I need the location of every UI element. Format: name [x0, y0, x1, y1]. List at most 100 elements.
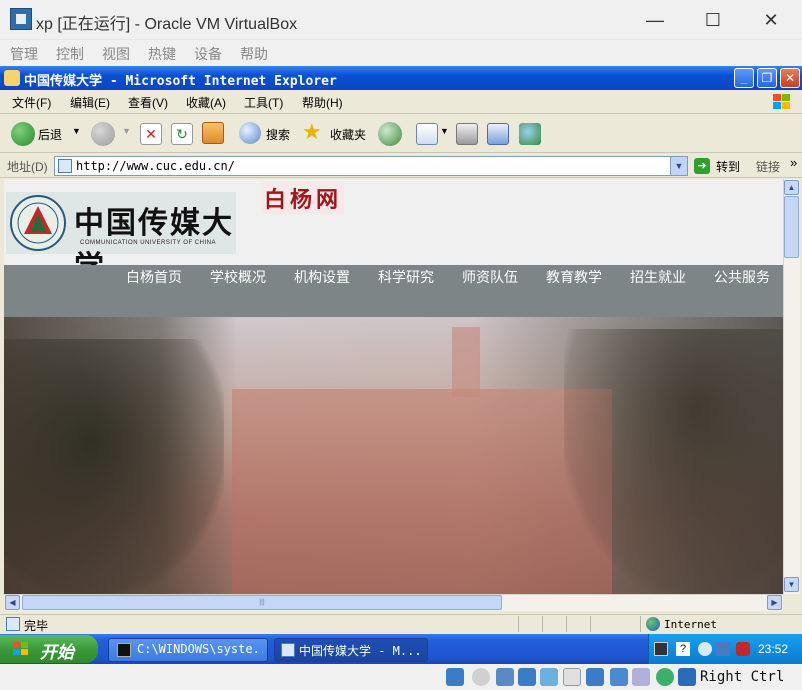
network-icon[interactable] — [716, 642, 730, 656]
links-button[interactable]: 链接 — [756, 158, 780, 175]
back-dropdown-icon[interactable]: ▼ — [72, 126, 81, 136]
audio-icon[interactable] — [496, 668, 514, 686]
vertical-scroll-thumb[interactable] — [784, 196, 799, 258]
virtualbox-icon — [10, 8, 32, 30]
refresh-icon[interactable]: ↻ — [171, 123, 193, 145]
forward-arrow-icon[interactable] — [91, 122, 115, 146]
status-text: 完毕 — [24, 619, 49, 633]
chevron-left-icon[interactable] — [698, 642, 712, 656]
ie-menu-favorites[interactable]: 收藏(A) — [186, 94, 226, 111]
address-input[interactable] — [76, 157, 666, 175]
nav-item-faculty[interactable]: 师资队伍 — [462, 267, 518, 287]
ie-window-title: 中国传媒大学 - Microsoft Internet Explorer — [24, 74, 337, 89]
cmd-icon — [117, 643, 131, 657]
hero-tree-left — [4, 339, 224, 594]
history-icon[interactable] — [378, 122, 402, 146]
hero-tree-right — [564, 329, 783, 594]
nav-item-admissions[interactable]: 招生就业 — [630, 267, 686, 287]
baiyang-logo[interactable]: 白杨网 — [262, 182, 345, 214]
status-divider — [590, 616, 591, 632]
ie-menu-tools[interactable]: 工具(T) — [244, 94, 283, 111]
go-button[interactable]: 转到 — [716, 158, 740, 175]
recording-icon[interactable] — [610, 668, 628, 686]
usb-icon[interactable] — [540, 668, 558, 686]
windows-flag-icon — [13, 642, 28, 655]
ie-minimize-icon[interactable]: _ — [734, 68, 754, 88]
chevron-right-icon[interactable]: » — [790, 155, 797, 170]
back-arrow-icon[interactable] — [11, 122, 35, 146]
vbox-menu-view[interactable]: 视图 — [102, 44, 130, 64]
favorites-star-icon[interactable]: ★ — [302, 120, 322, 144]
ie-page-icon — [281, 643, 295, 657]
cuc-logo[interactable]: 中国传媒大学 COMMUNICATION UNIVERSITY OF CHINA — [6, 192, 236, 285]
taskbar-item-label: 中国传媒大学 - M... — [299, 644, 422, 658]
shared-folder-icon[interactable] — [563, 668, 581, 686]
hard-disk-icon[interactable] — [446, 668, 464, 686]
ie-menu-edit[interactable]: 编辑(E) — [70, 94, 110, 111]
horizontal-scroll-thumb[interactable]: ||| — [22, 595, 502, 610]
hero-building-tower — [452, 327, 480, 397]
forward-dropdown-icon[interactable]: ▼ — [122, 126, 131, 136]
vbox-menu-help[interactable]: 帮助 — [240, 44, 268, 64]
security-shield-icon[interactable] — [736, 642, 750, 656]
windows-flag-icon — [773, 94, 790, 109]
taskbar-clock: 23:52 — [758, 642, 789, 656]
mail-dropdown-icon[interactable]: ▼ — [440, 126, 449, 136]
internet-zone-icon — [646, 617, 660, 631]
nav-item-departments[interactable]: 机构设置 — [294, 267, 350, 287]
optical-drive-icon[interactable] — [472, 668, 490, 686]
back-button-label[interactable]: 后退 — [38, 126, 62, 143]
address-label: 地址(D) — [7, 160, 48, 174]
vbox-menu-devices[interactable]: 设备 — [194, 44, 222, 64]
keyboard-icon[interactable] — [654, 642, 668, 656]
minimize-icon[interactable]: — — [632, 6, 678, 34]
nav-item-research[interactable]: 科学研究 — [378, 267, 434, 287]
status-divider — [518, 616, 519, 632]
vbox-menu-manage[interactable]: 管理 — [10, 44, 38, 64]
display-icon[interactable] — [586, 668, 604, 686]
scroll-left-icon[interactable]: ◀ — [5, 595, 20, 610]
ie-close-icon[interactable]: ✕ — [780, 68, 800, 88]
search-button-label[interactable]: 搜索 — [266, 126, 290, 143]
maximize-icon[interactable]: ☐ — [690, 6, 736, 34]
go-arrow-icon[interactable]: ➔ — [694, 158, 710, 174]
vbox-menu-hotkey[interactable]: 热键 — [148, 44, 176, 64]
stop-icon[interactable]: ✕ — [140, 123, 162, 145]
ie-menu-help[interactable]: 帮助(H) — [302, 94, 343, 111]
scroll-right-icon[interactable]: ▶ — [767, 595, 782, 610]
scroll-up-icon[interactable]: ▲ — [784, 180, 799, 195]
ie-restore-icon[interactable]: ❐ — [757, 68, 777, 88]
messenger-icon[interactable] — [519, 123, 541, 145]
nav-item-education[interactable]: 教育教学 — [546, 267, 602, 287]
ie-menu-file[interactable]: 文件(F) — [12, 94, 51, 111]
host-key-label: Right Ctrl — [700, 669, 785, 685]
help-icon[interactable]: ? — [676, 642, 690, 656]
security-zone-text: Internet — [664, 618, 717, 631]
page-viewport: 中国传媒大学 COMMUNICATION UNIVERSITY OF CHINA… — [4, 179, 783, 594]
cpu-icon[interactable] — [632, 668, 650, 686]
mouse-integration-icon[interactable] — [678, 668, 696, 686]
edit-icon[interactable] — [487, 123, 509, 145]
ie-menubar — [0, 90, 802, 114]
page-icon — [58, 159, 72, 173]
network-adapter-icon[interactable] — [518, 668, 536, 686]
start-label[interactable]: 开始 — [40, 638, 74, 663]
nav-item-home[interactable]: 白杨首页 — [126, 267, 182, 287]
vbox-menu-control[interactable]: 控制 — [56, 44, 84, 64]
close-icon[interactable]: ✕ — [748, 6, 794, 34]
nav-item-services[interactable]: 公共服务 — [714, 267, 770, 287]
address-dropdown-icon[interactable]: ▼ — [670, 157, 687, 175]
scroll-down-icon[interactable]: ▼ — [784, 577, 799, 592]
nav-item-overview[interactable]: 学校概况 — [210, 267, 266, 287]
ie-menu-view[interactable]: 查看(V) — [128, 94, 168, 111]
status-divider — [542, 616, 543, 632]
print-icon[interactable] — [456, 123, 478, 145]
taskbar-item-label: C:\WINDOWS\syste... — [137, 642, 263, 656]
virtualization-icon[interactable] — [656, 668, 674, 686]
status-divider — [640, 616, 641, 632]
mail-icon[interactable] — [416, 123, 438, 145]
cuc-seal-icon — [10, 195, 66, 251]
search-icon[interactable] — [239, 122, 261, 144]
favorites-button-label[interactable]: 收藏夹 — [330, 126, 366, 143]
home-icon[interactable] — [202, 122, 224, 144]
